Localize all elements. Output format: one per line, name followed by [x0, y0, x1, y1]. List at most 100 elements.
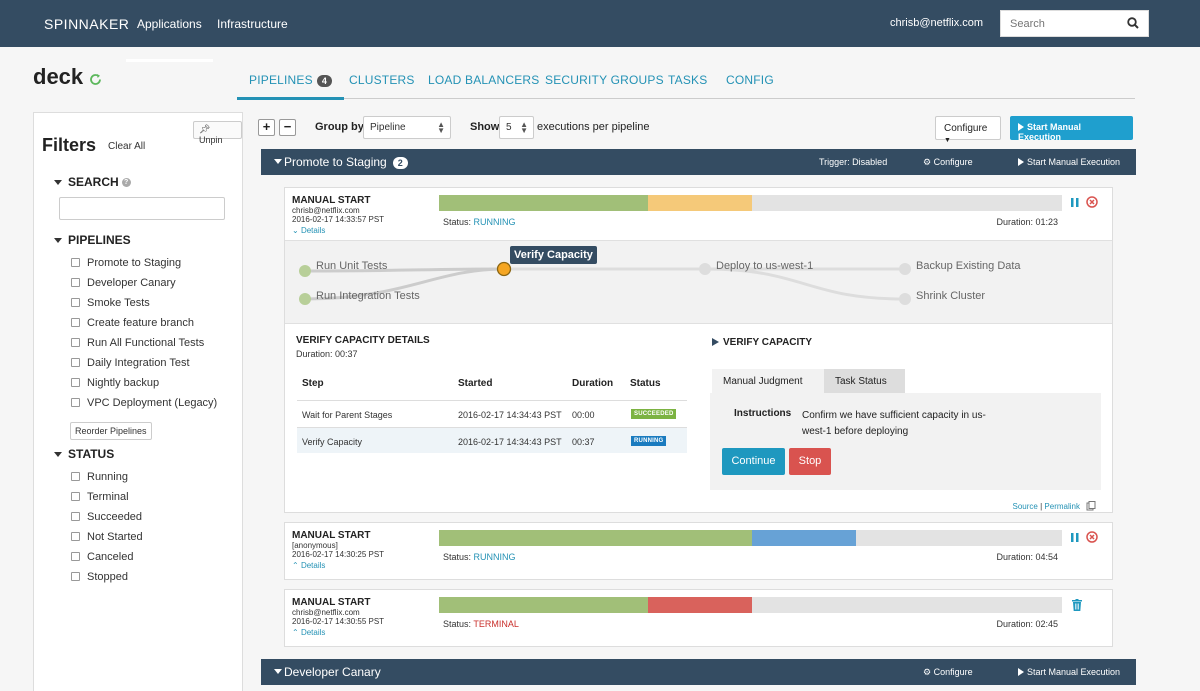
details-toggle[interactable]: ⌄ Details: [292, 226, 325, 235]
filter-pipeline[interactable]: VPC Deployment (Legacy): [71, 397, 217, 409]
verify-capacity-header[interactable]: VERIFY CAPACITY: [712, 337, 812, 348]
search-section-header[interactable]: SEARCH?: [54, 175, 131, 189]
progress-segment[interactable]: [648, 195, 753, 211]
stage-node-not-started[interactable]: [699, 263, 711, 275]
stage-label-active[interactable]: Verify Capacity: [510, 246, 597, 264]
unpin-button[interactable]: 📌︎ Unpin: [193, 121, 242, 145]
filter-status[interactable]: Running: [71, 471, 128, 483]
checkbox[interactable]: [71, 338, 80, 347]
continue-button[interactable]: Continue: [722, 448, 785, 475]
tab-tasks[interactable]: TASKS: [668, 73, 707, 87]
stop-button[interactable]: Stop: [789, 448, 831, 475]
stage-node-not-started[interactable]: [899, 263, 911, 275]
permalink-link[interactable]: Permalink: [1044, 502, 1080, 511]
search-input[interactable]: [1001, 11, 1121, 36]
filter-status[interactable]: Not Started: [71, 531, 143, 543]
checkbox[interactable]: [71, 512, 80, 521]
execution-progress-bar[interactable]: [439, 530, 1062, 546]
clear-all-link[interactable]: Clear All: [108, 141, 145, 152]
stage-label[interactable]: Backup Existing Data: [916, 260, 1021, 272]
stage-label[interactable]: Run Integration Tests: [316, 290, 420, 302]
group-start-manual-execution-link[interactable]: Start Manual Execution: [1018, 667, 1120, 677]
collapse-all-button[interactable]: −: [279, 119, 296, 136]
filter-pipeline[interactable]: Promote to Staging: [71, 257, 181, 269]
filter-pipeline[interactable]: Run All Functional Tests: [71, 337, 204, 349]
group-by-select[interactable]: Pipeline ▲ ▼: [363, 116, 451, 139]
refresh-icon[interactable]: [89, 73, 102, 86]
filter-search-input[interactable]: [59, 197, 225, 220]
checkbox[interactable]: [71, 552, 80, 561]
user-menu[interactable]: chrisb@netflix.com: [890, 17, 983, 29]
filter-status[interactable]: Canceled: [71, 551, 133, 563]
checkbox[interactable]: [71, 492, 80, 501]
filter-pipeline[interactable]: Developer Canary: [71, 277, 176, 289]
pipeline-group-header[interactable]: Promote to Staging 2 Trigger: Disabled ⚙ …: [261, 149, 1136, 175]
checkbox[interactable]: [71, 572, 80, 581]
tab-pipelines[interactable]: PIPELINES 4: [236, 73, 345, 100]
filter-pipeline[interactable]: Daily Integration Test: [71, 357, 190, 369]
progress-segment[interactable]: [752, 530, 857, 546]
tab-security-groups[interactable]: SECURITY GROUPS: [545, 73, 664, 87]
progress-segment[interactable]: [439, 597, 649, 613]
stage-label[interactable]: Shrink Cluster: [916, 290, 985, 302]
checkbox[interactable]: [71, 378, 80, 387]
cancel-icon[interactable]: [1086, 531, 1098, 543]
details-toggle[interactable]: ⌃ Details: [292, 628, 325, 637]
tab-task-status[interactable]: Task Status: [824, 369, 905, 393]
filter-pipeline[interactable]: Nightly backup: [71, 377, 159, 389]
status-section-header[interactable]: STATUS: [54, 447, 114, 461]
execution-progress-bar[interactable]: [439, 597, 1062, 613]
table-row[interactable]: Wait for Parent Stages 2016-02-17 14:34:…: [297, 400, 687, 426]
group-start-manual-execution-link[interactable]: Start Manual Execution: [1018, 157, 1120, 167]
show-count-select[interactable]: 5 ▲ ▼: [499, 116, 534, 139]
start-manual-execution-button[interactable]: Start Manual Execution: [1010, 116, 1133, 142]
progress-segment[interactable]: [648, 597, 753, 613]
tab-config[interactable]: CONFIG: [726, 73, 774, 87]
filter-status[interactable]: Terminal: [71, 491, 129, 503]
stage-node-running[interactable]: [496, 261, 512, 277]
filter-status[interactable]: Succeeded: [71, 511, 142, 523]
nav-infrastructure[interactable]: Infrastructure: [217, 17, 288, 31]
filter-status[interactable]: Stopped: [71, 571, 128, 583]
checkbox[interactable]: [71, 398, 80, 407]
checkbox[interactable]: [71, 318, 80, 327]
filter-pipeline[interactable]: Smoke Tests: [71, 297, 150, 309]
execution-progress-bar[interactable]: [439, 195, 1062, 211]
stage-node-succeeded[interactable]: [299, 265, 311, 277]
checkbox[interactable]: [71, 278, 80, 287]
pipelines-section-header[interactable]: PIPELINES: [54, 233, 131, 247]
stage-node-not-started[interactable]: [899, 293, 911, 305]
expand-all-button[interactable]: +: [258, 119, 275, 136]
stage-label[interactable]: Deploy to us-west-1: [716, 260, 813, 272]
details-toggle[interactable]: ⌃ Details: [292, 561, 325, 570]
checkbox[interactable]: [71, 258, 80, 267]
pipeline-group-header[interactable]: Developer Canary ⚙ Configure Start Manua…: [261, 659, 1136, 685]
brand-logo[interactable]: SPINNAKER: [44, 16, 129, 32]
source-link[interactable]: Source: [1013, 502, 1038, 511]
checkbox[interactable]: [71, 298, 80, 307]
stage-label[interactable]: Run Unit Tests: [316, 260, 387, 272]
group-configure-link[interactable]: ⚙ Configure: [923, 157, 973, 168]
nav-applications[interactable]: Applications: [126, 17, 213, 62]
table-row[interactable]: Verify Capacity 2016-02-17 14:34:43 PST …: [297, 427, 687, 453]
checkbox[interactable]: [71, 472, 80, 481]
configure-button[interactable]: Configure ▼: [935, 116, 1001, 144]
pause-icon[interactable]: [1071, 198, 1079, 207]
stage-node-succeeded[interactable]: [299, 293, 311, 305]
pause-icon[interactable]: [1071, 533, 1079, 542]
progress-segment[interactable]: [439, 195, 649, 211]
help-icon[interactable]: ?: [121, 178, 131, 188]
tab-load-balancers[interactable]: LOAD BALANCERS: [428, 73, 540, 87]
tab-clusters[interactable]: CLUSTERS: [349, 73, 415, 87]
reorder-pipelines-button[interactable]: Reorder Pipelines: [70, 422, 152, 440]
progress-segment[interactable]: [439, 530, 753, 546]
cancel-icon[interactable]: [1086, 196, 1098, 208]
group-configure-link[interactable]: ⚙ Configure: [923, 667, 973, 678]
trash-icon[interactable]: [1072, 599, 1082, 611]
filter-pipeline[interactable]: Create feature branch: [71, 317, 194, 329]
search-icon[interactable]: [1127, 17, 1139, 29]
checkbox[interactable]: [71, 358, 80, 367]
clipboard-icon[interactable]: [1086, 501, 1096, 511]
tab-manual-judgment[interactable]: Manual Judgment: [712, 369, 824, 393]
checkbox[interactable]: [71, 532, 80, 541]
